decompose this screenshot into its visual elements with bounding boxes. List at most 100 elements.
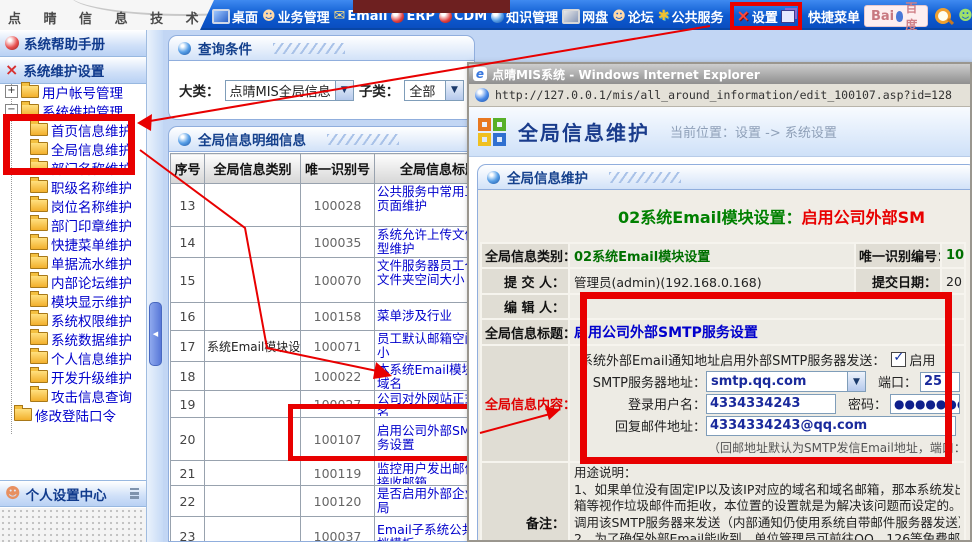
tree-item-system-data[interactable]: 系统数据维护 xyxy=(0,329,146,348)
menu-item-business[interactable]: ☻业务管理 xyxy=(262,7,330,26)
row-id: 100022 xyxy=(301,362,375,391)
row-id: 100028 xyxy=(301,184,375,227)
popup-window: e 点晴MIS系统 - Windows Internet Explorer ht… xyxy=(467,62,972,542)
query-panel-header: 查询条件 xyxy=(168,35,475,60)
menu-item-public-service[interactable]: ✱公共服务 xyxy=(658,7,724,26)
row-id: 100035 xyxy=(301,227,375,258)
tree-item-change-password[interactable]: 修改登陆口令 xyxy=(0,405,146,424)
tree-item-module-display[interactable]: 模块显示维护 xyxy=(0,291,146,310)
collapse-icon[interactable] xyxy=(130,488,139,491)
tree-item-personal-info[interactable]: 个人信息维护 xyxy=(0,348,146,367)
row-number: 14 xyxy=(171,227,205,258)
sidebar-splitter[interactable]: ◀ xyxy=(146,30,163,542)
tree-item-rank-name[interactable]: 职级名称维护 xyxy=(0,177,146,196)
category-label: 全局信息类别： xyxy=(481,243,569,268)
folder-icon xyxy=(30,199,48,212)
sidebar-section-help[interactable]: 系统帮助手册 xyxy=(0,30,163,57)
global-info-table: 序号 全局信息类别 唯一识别号 全局信息标题 13100028公共服务中常用工具… xyxy=(170,153,504,542)
row-number: 18 xyxy=(171,362,205,391)
row-category xyxy=(205,517,301,542)
table-row: 16100158菜单涉及行业 xyxy=(171,303,504,331)
row-category xyxy=(205,486,301,517)
globe-icon xyxy=(487,171,500,184)
folder-icon xyxy=(30,370,48,383)
chevron-down-icon[interactable]: ▼ xyxy=(335,81,353,100)
baidu-paw-icon xyxy=(896,11,903,22)
menu-item-quick-menu[interactable]: 快捷菜单 xyxy=(808,7,860,26)
tree-item-attack-query[interactable]: 攻击信息查询 xyxy=(0,386,146,405)
tree-item-document-serial[interactable]: 单据流水维护 xyxy=(0,253,146,272)
sidebar-section-personal[interactable]: ☻ 个人设置中心 xyxy=(0,480,146,507)
sidebar: 系统帮助手册 × 系统维护设置 +用户帐号管理 −系统维护管理 首页信息维护 全… xyxy=(0,30,163,542)
disk-icon xyxy=(562,9,580,24)
subcategory-select[interactable]: 全部▼ xyxy=(404,80,464,101)
row-number: 20 xyxy=(171,418,205,461)
remark-text: 用途说明： 1、如果单位没有固定IP以及该IP对应的域名和域名邮箱，那本系统发出… xyxy=(569,462,965,542)
wrench-icon: × xyxy=(5,63,18,77)
menu-item-forum[interactable]: ☻论坛 xyxy=(612,7,654,26)
person-icon: ☻ xyxy=(262,10,276,23)
folder-icon xyxy=(21,85,39,98)
editor-label: 编 辑 人： xyxy=(481,294,569,319)
search-icon[interactable] xyxy=(935,8,951,24)
top-menu-bar: 点 晴 信 息 技 术 桌面 ☻业务管理 ✉Email ERP CDM 知识管理… xyxy=(0,0,972,30)
title-label: 全局信息标题： xyxy=(481,319,569,345)
row-number: 13 xyxy=(171,184,205,227)
row-number: 16 xyxy=(171,303,205,331)
category-select[interactable]: 点晴MIS全局信息▼ xyxy=(225,80,354,101)
window-titlebar[interactable]: e 点晴MIS系统 - Windows Internet Explorer xyxy=(469,64,970,84)
ie-icon: e xyxy=(473,67,487,81)
row-category xyxy=(205,184,301,227)
query-panel-body: 大类： 点晴MIS全局信息▼ 子类： 全部▼ xyxy=(168,60,475,120)
row-id: 100071 xyxy=(301,331,375,362)
row-category: 系统Email模块设置 xyxy=(205,331,301,362)
hatch-decoration xyxy=(327,134,399,145)
mail-icon: ✉ xyxy=(334,9,346,23)
background-window-strip xyxy=(353,0,510,13)
folder-icon xyxy=(30,275,48,288)
row-category xyxy=(205,418,301,461)
menu-item-settings[interactable]: ×设置 xyxy=(737,7,778,26)
folder-icon xyxy=(30,237,48,250)
address-bar[interactable]: http://127.0.0.1/mis/all_around_informat… xyxy=(469,84,970,107)
splitter-handle[interactable]: ◀ xyxy=(149,302,162,366)
tree-item-position-name[interactable]: 岗位名称维护 xyxy=(0,196,146,215)
avatar-icon: ☻ xyxy=(5,486,21,501)
main-menu: 桌面 ☻业务管理 ✉Email ERP CDM 知识管理 网盘 ☻论坛 ✱公共服… xyxy=(200,0,972,30)
tree-item-department-seal[interactable]: 部门印章维护 xyxy=(0,215,146,234)
row-category xyxy=(205,391,301,418)
window-icon[interactable] xyxy=(781,10,795,23)
monitor-icon xyxy=(212,9,230,24)
annotation-box-form xyxy=(580,292,952,464)
submitter-label: 提 交 人： xyxy=(481,268,569,294)
query-panel: 查询条件 大类： 点晴MIS全局信息▼ 子类： 全部▼ xyxy=(168,35,475,120)
people-icon: ☻ xyxy=(612,10,626,23)
menu-item-netdisk[interactable]: 网盘 xyxy=(562,7,608,26)
tree-item-quick-menu[interactable]: 快捷菜单维护 xyxy=(0,234,146,253)
folder-icon xyxy=(30,351,48,364)
row-id: 100119 xyxy=(301,461,375,486)
remark-label: 备注： xyxy=(481,462,569,542)
tree-item-system-permission[interactable]: 系统权限维护 xyxy=(0,310,146,329)
table-header-row: 序号 全局信息类别 唯一识别号 全局信息标题 xyxy=(171,154,504,184)
page-title: 全局信息维护 xyxy=(518,117,650,146)
tree-item-user-accounts[interactable]: +用户帐号管理 xyxy=(0,82,146,101)
expand-icon[interactable]: + xyxy=(5,85,18,98)
tree-item-dev-upgrade[interactable]: 开发升级维护 xyxy=(0,367,146,386)
online-users[interactable]: ☻1人 xyxy=(958,1,972,32)
people-icon: ☻ xyxy=(958,9,972,23)
col-id: 唯一识别号 xyxy=(301,154,375,184)
record-heading: 02系统Email模块设置：启用公司外部SM xyxy=(478,190,972,236)
id-value: 10 xyxy=(941,243,965,268)
table-row: 23100037Email子系统公共签名档模板 xyxy=(171,517,504,542)
chevron-down-icon[interactable]: ▼ xyxy=(445,81,463,100)
folder-icon xyxy=(30,389,48,402)
row-category xyxy=(205,362,301,391)
menu-item-desktop[interactable]: 桌面 xyxy=(212,7,258,26)
folder-icon xyxy=(30,332,48,345)
baidu-badge[interactable]: Bai百度 xyxy=(864,5,928,27)
app-icon xyxy=(478,118,506,146)
row-category xyxy=(205,461,301,486)
id-label: 唯一识别编号： xyxy=(855,243,941,268)
tree-item-internal-forum[interactable]: 内部论坛维护 xyxy=(0,272,146,291)
